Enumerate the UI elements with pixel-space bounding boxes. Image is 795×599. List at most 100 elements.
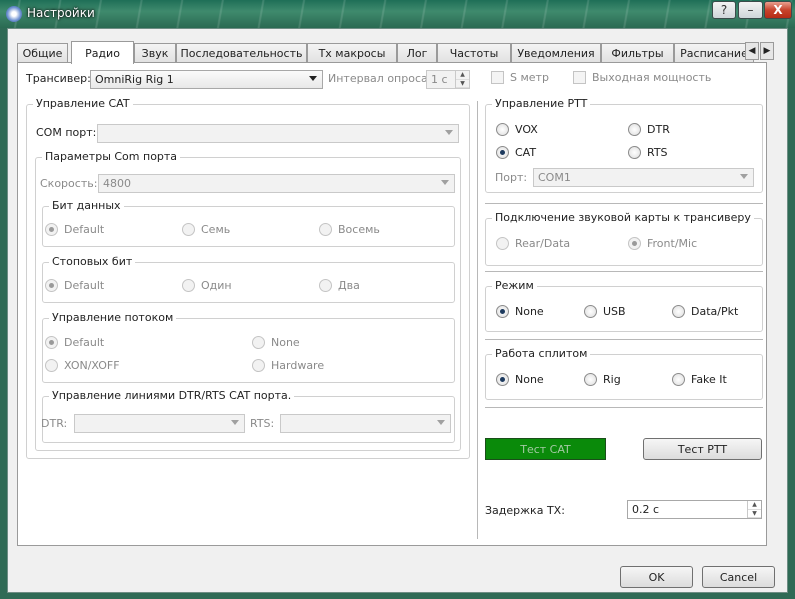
data-bits-default[interactable]: Default [45,223,104,236]
title-bar[interactable]: Настройки ? – X [0,0,795,28]
split-rig[interactable]: Rig [584,373,621,386]
separator [485,339,763,340]
test-ptt-button[interactable]: Тест PTT [643,438,762,460]
radio-label: None [515,305,544,318]
output-power-checkbox[interactable]: Выходная мощность [573,71,711,84]
radio-label: Два [338,279,360,292]
spin-up-icon[interactable]: ▲ [748,501,761,510]
radio-label: VOX [515,123,538,136]
data-bits-group: Бит данных Default Семь Восемь [42,199,455,247]
s-meter-checkbox[interactable]: S метр [491,71,549,84]
ok-button[interactable]: OK [620,566,693,588]
tab-notifications[interactable]: Уведомления [511,43,601,63]
ptt-cat[interactable]: CAT [496,146,536,159]
radio-dot [496,305,509,318]
radio-label: CAT [515,146,537,159]
radio-dot [182,279,195,292]
test-cat-button[interactable]: Тест CAT [485,438,606,460]
separator [485,271,763,272]
close-button[interactable]: X [764,1,792,19]
help-button[interactable]: ? [712,1,736,19]
stop-bits-one[interactable]: Один [182,279,232,292]
tab-schedule[interactable]: Расписание [674,43,754,63]
ptt-rts[interactable]: RTS [628,146,668,159]
speed-select[interactable]: 4800 [98,174,455,193]
radio-label: Data/Pkt [691,305,739,318]
transceiver-select[interactable]: OmniRig Rig 1 [90,70,323,89]
spin-up-icon[interactable]: ▲ [456,71,469,80]
radio-dot [496,146,509,159]
radio-label: Hardware [271,359,325,372]
chevron-down-icon [441,180,449,185]
data-bits-seven[interactable]: Семь [182,223,230,236]
mode-usb[interactable]: USB [584,305,626,318]
soundcard-group: Подключение звуковой карты к трансиверу … [485,211,763,266]
soundcard-rear-data[interactable]: Rear/Data [496,237,570,250]
soundcard-front-mic[interactable]: Front/Mic [628,237,697,250]
stop-bits-title: Стоповых бит [49,255,136,268]
radio-dot [45,279,58,292]
separator [485,407,763,408]
flow-hardware[interactable]: Hardware [252,359,324,372]
flow-xon-xoff[interactable]: XON/XOFF [45,359,120,372]
ptt-vox[interactable]: VOX [496,123,538,136]
tx-delay-spinner[interactable]: 0.2 с ▲ ▼ [627,500,762,519]
spin-down-icon[interactable]: ▼ [456,80,469,88]
ptt-port-select[interactable]: COM1 [533,168,754,187]
mode-title: Режим [492,279,537,292]
cancel-button[interactable]: Cancel [702,566,775,588]
radio-dot [319,279,332,292]
radio-label: None [271,336,300,349]
mode-data-pkt[interactable]: Data/Pkt [672,305,738,318]
stop-bits-group: Стоповых бит Default Один Два [42,255,455,303]
radio-label: Default [64,336,105,349]
help-icon: ? [720,3,728,17]
data-bits-eight[interactable]: Восемь [319,223,380,236]
minimize-button[interactable]: – [738,1,763,19]
radio-dot [45,359,58,372]
ptt-dtr[interactable]: DTR [628,123,670,136]
tab-scroll-left[interactable]: ◀ [745,42,759,60]
tab-sequencing[interactable]: Последовательность [176,43,307,63]
flow-default[interactable]: Default [45,336,104,349]
radio-dot [584,373,597,386]
radio-label: Восемь [338,223,380,236]
stop-bits-two[interactable]: Два [319,279,360,292]
com-port-select[interactable] [97,124,459,143]
radio-label: Один [201,279,232,292]
tab-log[interactable]: Лог [397,43,437,63]
chevron-left-icon: ◀ [748,46,756,56]
stop-bits-default[interactable]: Default [45,279,104,292]
mode-none[interactable]: None [496,305,544,318]
split-fake-it[interactable]: Fake It [672,373,727,386]
flow-none[interactable]: None [252,336,300,349]
mode-group: Режим None USB Data/Pkt [485,279,763,332]
radio-dot [45,336,58,349]
dtr-select[interactable] [74,414,245,433]
tab-radio[interactable]: Радио [71,41,134,64]
spin-down-icon[interactable]: ▼ [748,510,761,518]
flow-control-group: Управление потоком Default None XON/XOFF… [42,311,455,383]
tab-tx-macros[interactable]: Tx макросы [307,43,397,63]
chevron-down-icon [309,76,317,81]
poll-interval-label: Интервал опроса: [328,72,432,85]
split-none[interactable]: None [496,373,544,386]
radio-label: Rig [603,373,621,386]
radio-dot [672,373,685,386]
poll-interval-spinner[interactable]: 1 с ▲ ▼ [426,70,470,89]
tab-audio[interactable]: Звук [134,43,176,63]
tx-delay-value: 0.2 с [632,503,660,516]
radio-label: Rear/Data [515,237,571,250]
minimize-icon: – [747,3,754,17]
dtr-rts-group: Управление линиями DTR/RTS CAT порта. DT… [41,389,455,443]
tab-frequencies[interactable]: Частоты [437,43,511,63]
tab-scroll-right[interactable]: ▶ [760,42,774,60]
com-params-group: Параметры Com порта Скорость: 4800 Бит д… [35,150,461,451]
settings-dialog: Общие Радио Звук Последовательность Tx м… [7,28,788,593]
checkbox-box [491,71,504,84]
tab-filters[interactable]: Фильтры [601,43,674,63]
radio-dot [628,237,641,250]
rts-select[interactable] [280,414,451,433]
tab-general[interactable]: Общие [17,43,68,63]
speed-value: 4800 [103,177,131,190]
